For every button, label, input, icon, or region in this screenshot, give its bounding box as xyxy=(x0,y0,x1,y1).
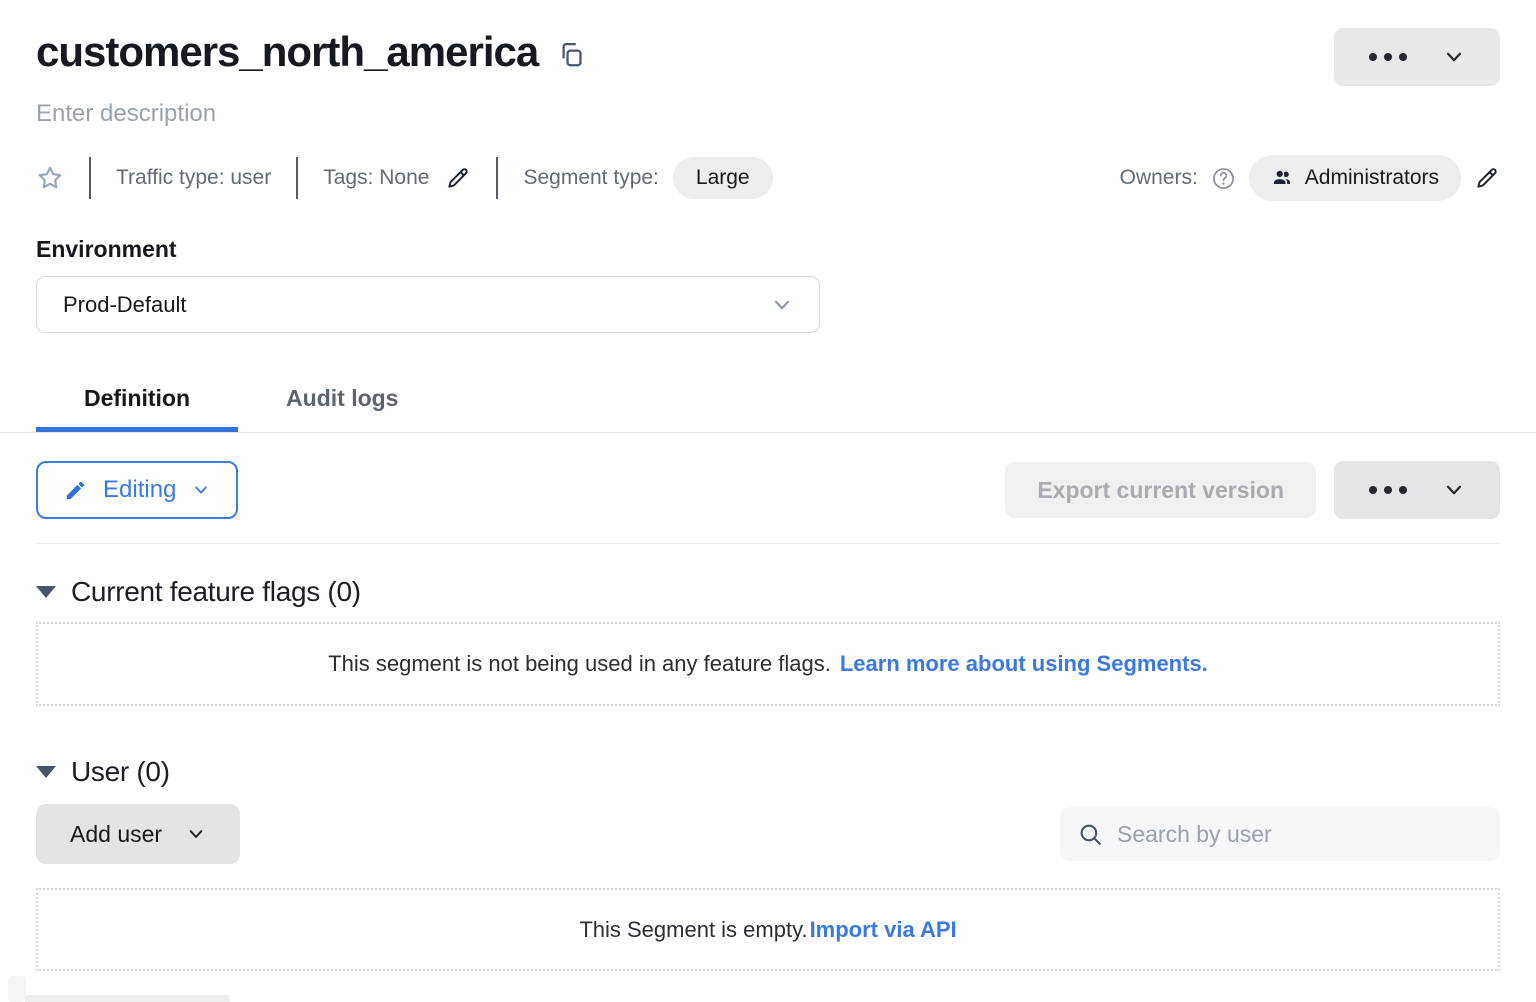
chevron-down-icon xyxy=(1443,46,1465,68)
owners-label: Owners: xyxy=(1120,166,1198,190)
editing-mode-button[interactable]: Editing xyxy=(36,461,238,519)
tags-label: Tags: None xyxy=(323,166,429,190)
feature-flags-empty-state: This segment is not being used in any fe… xyxy=(36,622,1500,706)
edit-owners-icon[interactable] xyxy=(1474,165,1500,191)
editing-label: Editing xyxy=(103,476,176,504)
add-user-label: Add user xyxy=(70,821,162,848)
traffic-type-label: Traffic type: user xyxy=(116,166,271,190)
segment-type-label: Segment type: xyxy=(523,166,658,190)
user-controls-row: Add user xyxy=(36,804,1500,864)
feature-flags-empty-text: This segment is not being used in any fe… xyxy=(328,651,831,677)
copy-icon[interactable] xyxy=(558,41,585,68)
import-via-api-link[interactable]: Import via API xyxy=(810,917,957,943)
chevron-down-icon xyxy=(192,481,210,499)
divider xyxy=(496,157,498,199)
meta-row: Traffic type: user Tags: None Segment ty… xyxy=(36,154,1500,202)
chevron-down-icon xyxy=(1443,479,1465,501)
tab-bar: Definition Audit logs xyxy=(0,369,1536,433)
add-user-button[interactable]: Add user xyxy=(36,804,240,864)
help-circle-icon[interactable] xyxy=(1211,166,1236,191)
partial-element xyxy=(25,995,230,1002)
triangle-down-icon xyxy=(36,766,56,778)
segment-empty-state: This Segment is empty. Import via API xyxy=(36,888,1500,971)
favorite-star-icon[interactable] xyxy=(36,164,64,192)
environment-select[interactable]: Prod-Default xyxy=(36,276,820,333)
people-icon xyxy=(1271,167,1293,189)
description-placeholder[interactable]: Enter description xyxy=(36,100,1500,128)
user-section-toggle[interactable]: User (0) xyxy=(36,756,1500,788)
ellipsis-icon xyxy=(1369,53,1407,61)
owners-value: Administrators xyxy=(1305,166,1439,190)
page-title: customers_north_america xyxy=(36,28,538,76)
feature-flags-heading: Current feature flags (0) xyxy=(71,576,361,608)
search-by-user-input[interactable] xyxy=(1117,821,1482,848)
tab-definition[interactable]: Definition xyxy=(36,369,238,432)
segment-type-badge: Large xyxy=(673,157,773,199)
segment-empty-text: This Segment is empty. xyxy=(579,917,807,943)
page-header: customers_north_america xyxy=(36,0,1500,86)
chevron-down-icon xyxy=(771,294,793,316)
ellipsis-icon xyxy=(1369,486,1407,494)
toolbar: Editing Export current version xyxy=(36,461,1500,519)
user-heading: User (0) xyxy=(71,756,170,788)
triangle-down-icon xyxy=(36,586,56,598)
tab-audit-logs[interactable]: Audit logs xyxy=(238,369,446,432)
chevron-down-icon xyxy=(186,824,206,844)
search-icon xyxy=(1078,822,1103,847)
pencil-icon xyxy=(64,479,87,502)
learn-more-link[interactable]: Learn more about using Segments. xyxy=(840,651,1208,677)
environment-selected-value: Prod-Default xyxy=(63,292,187,318)
divider xyxy=(89,157,91,199)
divider xyxy=(296,157,298,199)
export-current-version-button[interactable]: Export current version xyxy=(1005,462,1316,518)
owners-pill[interactable]: Administrators xyxy=(1249,155,1461,201)
partial-element xyxy=(8,976,26,1002)
environment-label: Environment xyxy=(36,236,1500,263)
user-search-box xyxy=(1060,807,1500,861)
header-more-options-button[interactable] xyxy=(1334,28,1500,86)
divider xyxy=(36,543,1500,544)
toolbar-more-options-button[interactable] xyxy=(1334,461,1500,519)
edit-tags-icon[interactable] xyxy=(445,165,471,191)
feature-flags-section-toggle[interactable]: Current feature flags (0) xyxy=(36,576,1500,608)
